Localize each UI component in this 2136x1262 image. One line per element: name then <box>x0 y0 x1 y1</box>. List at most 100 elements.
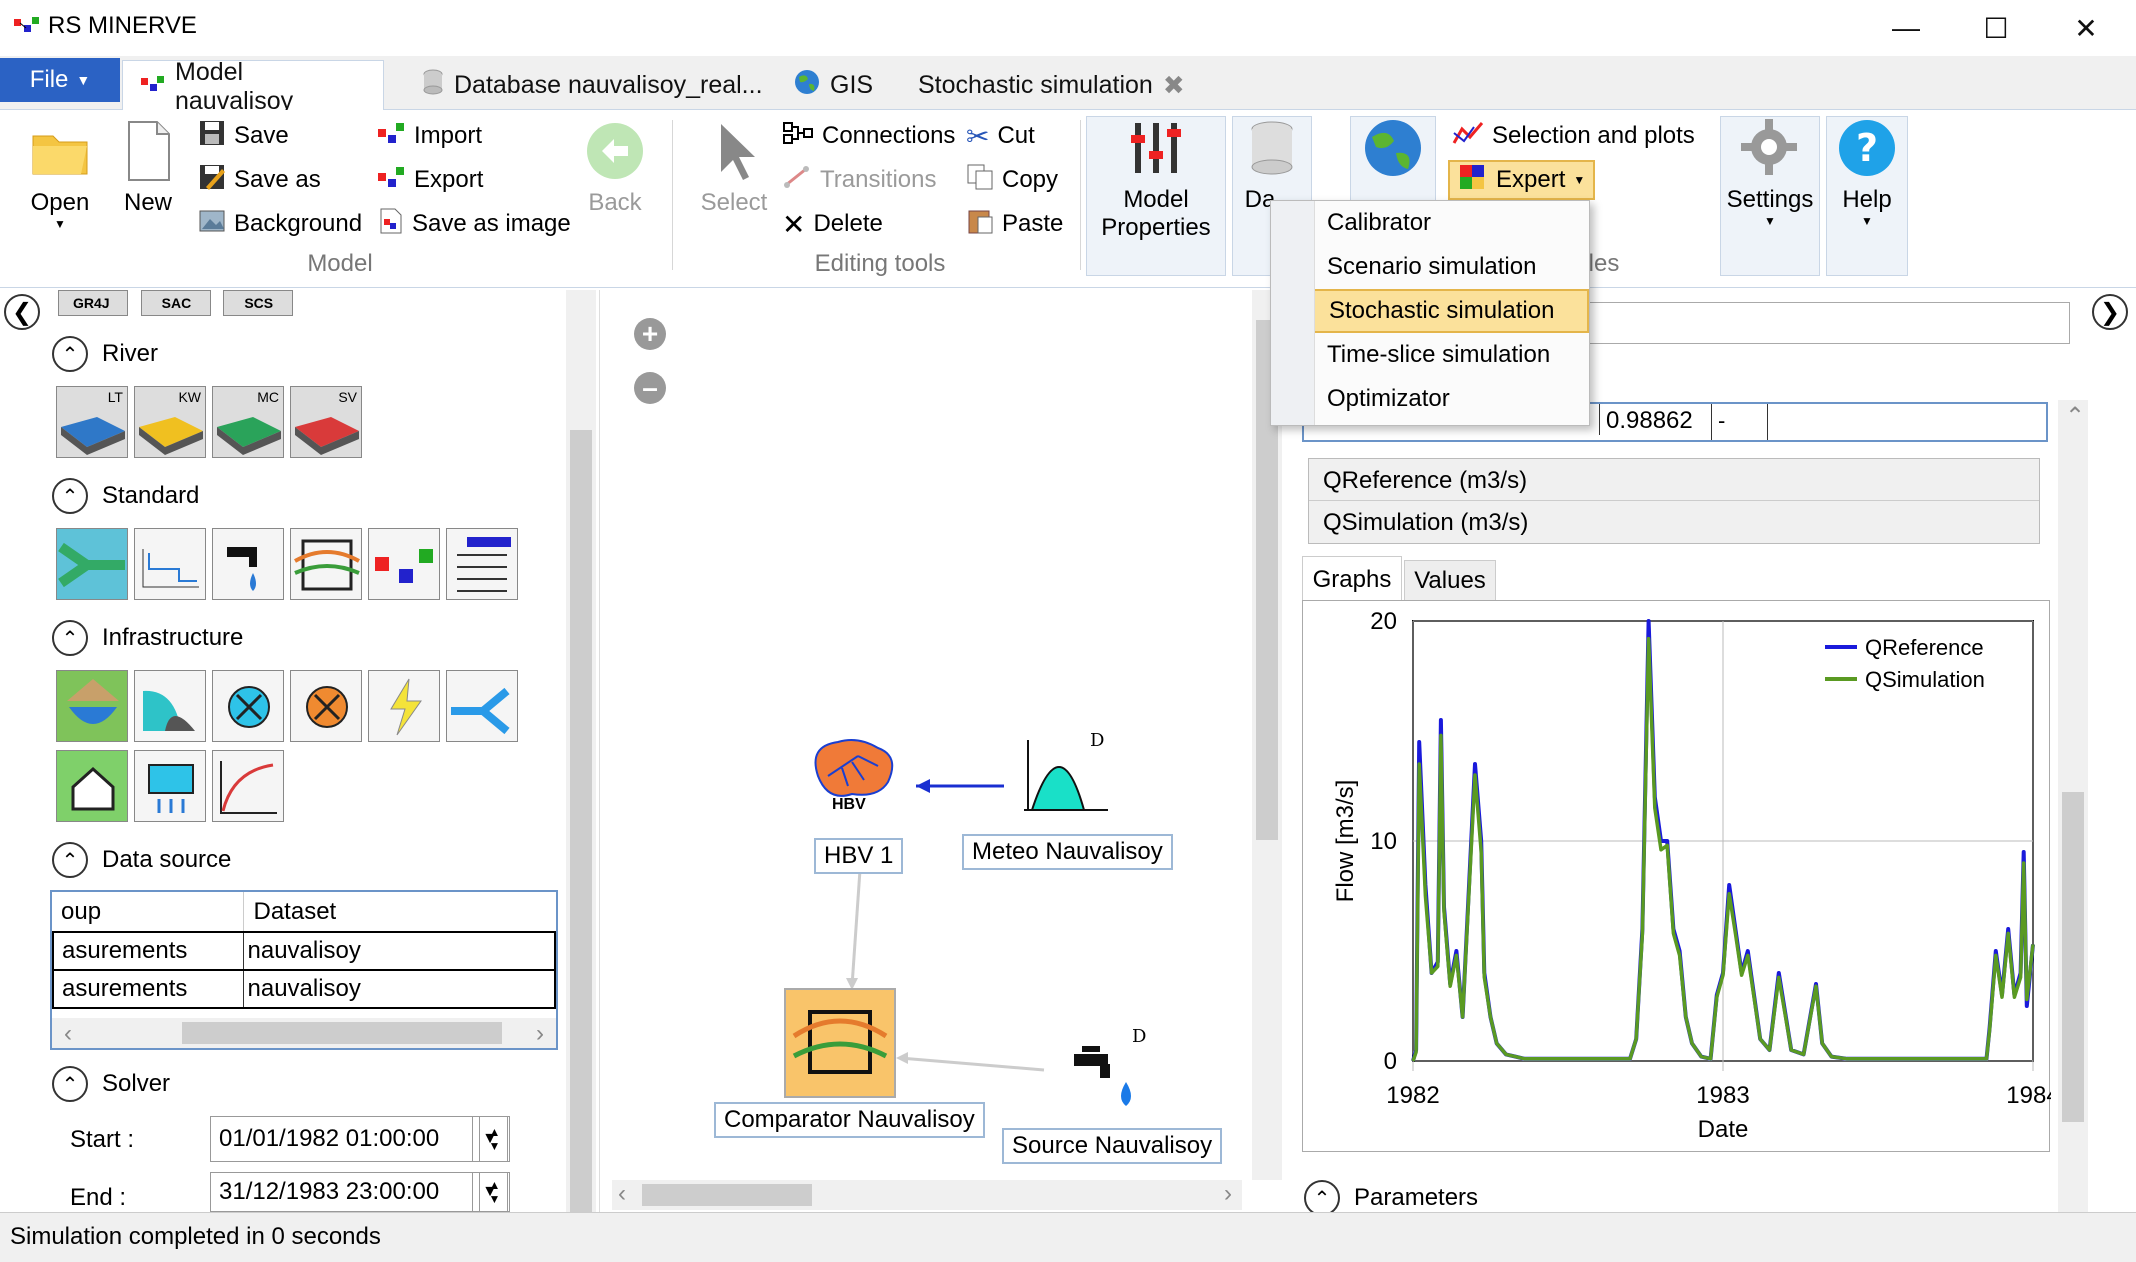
open-button[interactable]: Open ▼ <box>22 120 98 231</box>
save-as-image-button[interactable]: Save as image <box>376 204 571 244</box>
background-button[interactable]: Background <box>198 204 362 244</box>
scroll-up-icon[interactable]: ⌃ <box>2065 402 2085 431</box>
select-button[interactable]: Select <box>694 120 774 217</box>
hbv-node-label[interactable]: HBV 1 <box>814 838 904 874</box>
table-tile[interactable] <box>446 528 518 600</box>
cut-button[interactable]: ✂ Cut <box>966 116 1035 156</box>
menu-item-stochastic[interactable]: Stochastic simulation <box>1271 289 1589 333</box>
collapse-left-icon[interactable]: ❮ <box>4 294 40 330</box>
back-button[interactable]: Back <box>580 120 650 217</box>
consumer-tile[interactable] <box>56 750 128 822</box>
close-tab-icon[interactable]: ✖ <box>1163 70 1185 101</box>
left-vertical-scrollbar[interactable] <box>566 290 596 1250</box>
menu-item-optimizator[interactable]: Optimizator <box>1271 377 1589 421</box>
menu-item-time-slice[interactable]: Time-slice simulation <box>1271 333 1589 377</box>
transitions-button[interactable]: Transitions <box>782 160 936 200</box>
collapse-right-icon[interactable]: ❯ <box>2092 294 2128 330</box>
table-row[interactable]: asurements nauvalisoy <box>53 932 555 970</box>
scrollbar-thumb[interactable] <box>2062 792 2084 1122</box>
source-node-label[interactable]: Source Nauvalisoy <box>1002 1128 1223 1164</box>
connections-button[interactable]: Connections <box>782 116 955 156</box>
spillway-tile[interactable] <box>134 670 206 742</box>
meteo-node-label[interactable]: Meteo Nauvalisoy <box>962 834 1173 870</box>
comparator-tile[interactable] <box>290 528 362 600</box>
column-header[interactable]: Dataset <box>243 892 555 932</box>
comparator-node-icon[interactable] <box>784 988 896 1098</box>
menu-item-calibrator[interactable]: Calibrator <box>1271 201 1589 245</box>
scrollbar-thumb[interactable] <box>182 1022 502 1044</box>
paste-button[interactable]: Paste <box>966 204 1063 244</box>
canvas-horizontal-scrollbar[interactable]: ‹ › <box>612 1180 1242 1210</box>
parameters-section-header[interactable]: ⌃ Parameters <box>1304 1180 1478 1216</box>
source-node-icon[interactable] <box>1070 1036 1140 1119</box>
hbv-node-icon[interactable]: HBV <box>808 736 898 819</box>
x-tick-label: 1984 <box>2006 1082 2051 1109</box>
turbine-tile[interactable] <box>212 670 284 742</box>
search-input[interactable] <box>1540 302 2070 344</box>
model-properties-button[interactable]: Model Properties <box>1086 116 1226 276</box>
help-button[interactable]: ? Help ▼ <box>1826 116 1908 276</box>
gis-button[interactable] <box>1350 116 1436 206</box>
sac-tile[interactable]: SAC <box>140 290 211 316</box>
series-list-item[interactable]: QSimulation (m3/s) <box>1309 501 2039 543</box>
irrigation-tile[interactable] <box>134 750 206 822</box>
river-kw-tile[interactable]: KW <box>134 386 206 458</box>
start-datetime-field[interactable]: 01/01/1982 01:00:00 ▲ ▼ <box>210 1116 510 1162</box>
tab-database[interactable]: Database nauvalisoy_real... <box>404 60 781 110</box>
settings-button[interactable]: Settings ▼ <box>1720 116 1820 276</box>
group-tile[interactable] <box>368 528 440 600</box>
scs-tile[interactable]: SCS <box>223 290 294 316</box>
table-row[interactable]: asurements nauvalisoy <box>53 970 555 1008</box>
selection-plots-button[interactable]: Selection and plots <box>1452 116 1695 156</box>
power-tile[interactable] <box>368 670 440 742</box>
copy-button[interactable]: Copy <box>966 160 1058 200</box>
tab-model[interactable]: Model nauvalisoy <box>122 58 384 115</box>
gr4j-tile[interactable]: GR4J <box>58 290 128 316</box>
infrastructure-section-header[interactable]: ⌃ Infrastructure <box>52 620 243 656</box>
delete-button[interactable]: ✕ Delete <box>782 204 883 244</box>
junction-tile[interactable] <box>56 528 128 600</box>
right-vertical-scrollbar[interactable]: ⌃ <box>2058 400 2088 1212</box>
river-sv-tile[interactable]: SV <box>290 386 362 458</box>
source-tile[interactable] <box>212 528 284 600</box>
tab-values[interactable]: Values <box>1404 560 1496 602</box>
graph-container: 0 10 20 1982 1983 1984 Date Flow [m3/s] QReferen… <box>1302 600 2060 1153</box>
save-button[interactable]: Save <box>198 116 289 156</box>
flow-chart[interactable]: 0 10 20 1982 1983 1984 Date Flow [m3/s] QReferen… <box>1303 601 2060 1153</box>
river-lt-tile[interactable]: LT <box>56 386 128 458</box>
tab-stochastic[interactable]: Stochastic simulation ✖ <box>900 60 1203 110</box>
expert-button[interactable]: Expert ▼ <box>1448 160 1596 200</box>
maximize-button[interactable]: ☐ <box>1950 0 2042 56</box>
end-dropdown-button[interactable]: ▼ <box>472 1172 508 1212</box>
close-window-button[interactable]: ✕ <box>2040 0 2132 56</box>
tab-gis[interactable]: GIS <box>776 60 891 110</box>
menu-item-scenario[interactable]: Scenario simulation <box>1271 245 1589 289</box>
tab-graphs[interactable]: Graphs <box>1302 556 1402 602</box>
comparator-node-label[interactable]: Comparator Nauvalisoy <box>714 1102 985 1138</box>
start-dropdown-button[interactable]: ▼ <box>472 1116 508 1162</box>
minimize-button[interactable]: — <box>1860 0 1952 56</box>
chevron-down-icon: ▼ <box>54 217 66 231</box>
reservoir-tile[interactable] <box>134 528 206 600</box>
pump-tile[interactable] <box>290 670 362 742</box>
new-button[interactable]: New <box>118 120 178 217</box>
curve-tile[interactable] <box>212 750 284 822</box>
dam-tile[interactable] <box>56 670 128 742</box>
series-list-item[interactable]: QReference (m3/s) <box>1309 459 2039 501</box>
scrollbar-thumb[interactable] <box>642 1184 812 1206</box>
save-as-button[interactable]: Save as <box>198 160 321 200</box>
scrollbar-thumb[interactable] <box>570 430 592 1250</box>
river-section-header[interactable]: ⌃ River <box>52 336 158 372</box>
diversion-tile[interactable] <box>446 670 518 742</box>
connections-icon <box>782 119 814 154</box>
column-header[interactable]: oup <box>53 892 244 932</box>
standard-section-header[interactable]: ⌃ Standard <box>52 478 199 514</box>
solver-section-header[interactable]: ⌃ Solver <box>52 1066 170 1102</box>
end-datetime-field[interactable]: 31/12/1983 23:00:00 ▲ ▼ <box>210 1172 510 1212</box>
data-source-section-header[interactable]: ⌃ Data source <box>52 842 231 878</box>
horizontal-scrollbar[interactable]: ‹ › <box>52 1018 556 1048</box>
export-button[interactable]: Export <box>376 160 483 200</box>
river-mc-tile[interactable]: MC <box>212 386 284 458</box>
file-menu-button[interactable]: File ▼ <box>0 58 120 102</box>
import-button[interactable]: Import <box>376 116 482 156</box>
